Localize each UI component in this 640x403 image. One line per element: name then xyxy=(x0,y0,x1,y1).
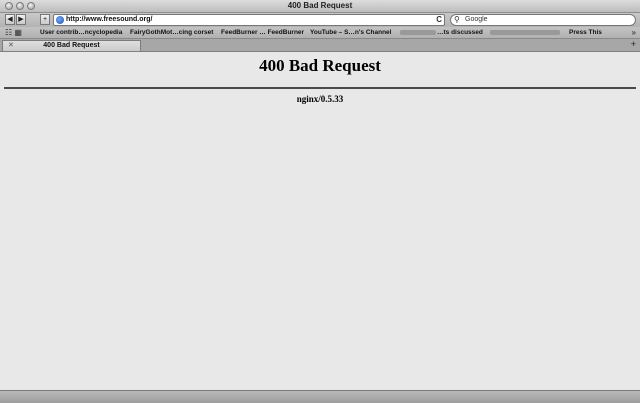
page-content: 400 Bad Request nginx/0.5.33 xyxy=(0,52,640,390)
bookmarks-icons[interactable]: ☷ ▦ xyxy=(5,28,22,37)
bookmarks-bar: ☷ ▦ User contrib…ncyclopedia FairyGothMo… xyxy=(0,27,640,39)
bookmark-item[interactable]: FairyGothMot…cing corset xyxy=(130,27,213,38)
bookmarks-overflow-button[interactable]: » xyxy=(632,27,636,38)
url-field[interactable]: http://www.freesound.org/ xyxy=(66,15,152,25)
bookmark-item[interactable]: …ts discussed xyxy=(437,27,483,38)
search-box[interactable]: ⚲ Google xyxy=(450,14,636,26)
browser-toolbar: ◀ ▶ + http://www.freesound.org/ C ⚲ Goog… xyxy=(0,13,640,27)
tab-active[interactable]: ✕ 400 Bad Request xyxy=(2,40,141,51)
page-heading: 400 Bad Request xyxy=(259,56,381,75)
tab-bar: ✕ 400 Bad Request + xyxy=(0,39,640,52)
search-input[interactable]: Google xyxy=(465,15,488,25)
title-bar: 400 Bad Request xyxy=(0,0,640,13)
forward-button[interactable]: ▶ xyxy=(16,14,26,25)
new-tab-button[interactable]: + xyxy=(631,39,636,50)
blurred-bookmark[interactable] xyxy=(490,30,560,35)
blurred-bookmark[interactable] xyxy=(400,30,436,35)
address-bar[interactable]: http://www.freesound.org/ C xyxy=(53,14,445,26)
add-bookmark-button[interactable]: + xyxy=(40,14,50,25)
server-signature: nginx/0.5.33 xyxy=(296,94,344,104)
reload-button[interactable]: C xyxy=(436,15,442,25)
window-title: 400 Bad Request xyxy=(287,1,353,10)
globe-icon xyxy=(56,16,64,24)
bookmark-item[interactable]: Press This xyxy=(569,27,602,38)
bookmark-item[interactable]: YouTube – S…n's Channel xyxy=(310,27,391,38)
bookmark-item[interactable]: User contrib…ncyclopedia xyxy=(40,27,122,38)
bookmark-item[interactable]: FeedBurner … FeedBurner xyxy=(221,27,304,38)
back-button[interactable]: ◀ xyxy=(5,14,15,25)
horizontal-rule xyxy=(4,87,636,89)
status-bar xyxy=(0,390,640,403)
tab-label: 400 Bad Request xyxy=(43,42,100,49)
magnifier-icon: ⚲ xyxy=(454,15,460,24)
